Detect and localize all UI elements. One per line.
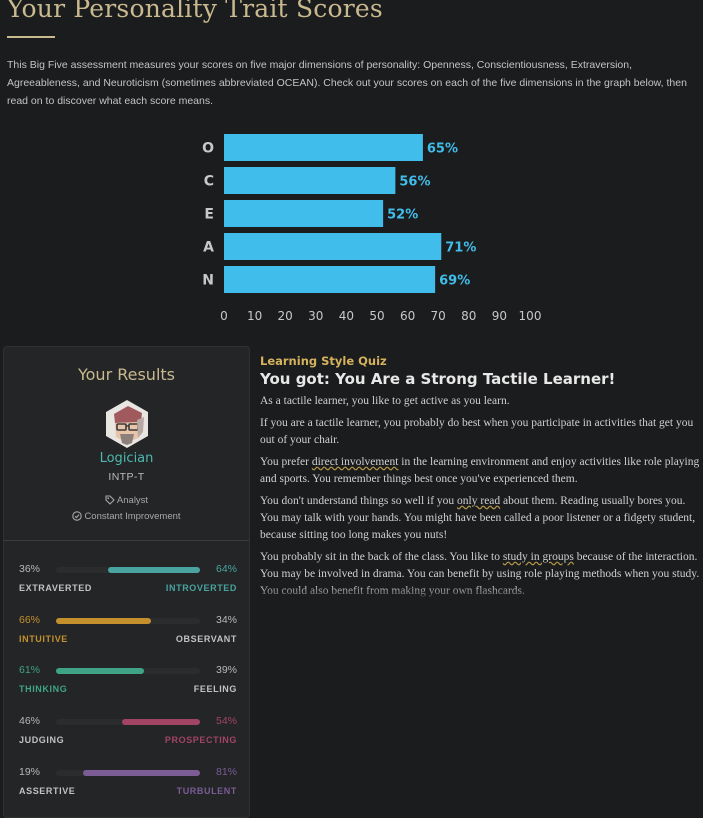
trait-left-label: THINKING (19, 684, 68, 694)
trait-bar-track (56, 567, 200, 573)
trait-right-percent: 64% (215, 563, 237, 575)
chart-x-tick-label: 60 (400, 309, 415, 323)
quiz-text: You prefer (260, 456, 312, 468)
trait-left-percent: 66% (19, 614, 41, 626)
strategy-line: Constant Improvement (4, 511, 249, 522)
trait-row-mind[interactable]: 36% 64% EXTRAVERTED INTROVERTED (19, 563, 237, 603)
trait-right-percent: 81% (215, 766, 237, 778)
trait-bar-track (56, 618, 200, 624)
trait-right-label: INTROVERTED (165, 583, 237, 593)
chart-bar (224, 266, 436, 293)
trait-left-percent: 36% (19, 563, 41, 575)
strategy-label: Constant Improvement (84, 511, 181, 522)
chart-bar (224, 167, 396, 194)
chart-category-label: O (202, 141, 214, 157)
chart-value-label: 65% (427, 142, 458, 157)
chart-x-tick-label: 10 (247, 309, 262, 323)
trait-row-energy[interactable]: 66% 34% INTUITIVE OBSERVANT (19, 614, 237, 654)
quiz-kicker[interactable]: Learning Style Quiz (260, 354, 700, 368)
title-underline (7, 36, 55, 38)
results-heading: Your Results (77, 365, 175, 384)
trait-bar-fill (56, 618, 152, 624)
trait-left-label: ASSERTIVE (19, 786, 76, 796)
trait-right-percent: 39% (215, 664, 237, 676)
ocean-bar-chart: O 65% C 56% E 52% A 71% N 69% 0 10 20 30 40 50 60 70 80 90 1… (202, 134, 542, 323)
chart-value-label: 56% (399, 175, 430, 190)
learning-style-quiz-result: Learning Style Quiz You got: You Are a S… (260, 354, 700, 600)
trait-right-label: OBSERVANT (175, 634, 237, 644)
trait-left-label: EXTRAVERTED (19, 583, 92, 593)
highlighted-phrase: direct involvement (311, 456, 399, 468)
personality-type-code: INTP-T (108, 471, 145, 483)
chart-x-tick-label: 40 (339, 309, 354, 323)
trait-row-identity[interactable]: 19% 81% ASSERTIVE TURBULENT (19, 766, 237, 806)
chart-x-tick-label: 50 (369, 309, 384, 323)
chart-value-label: 69% (439, 274, 470, 289)
intro-paragraph: This Big Five assessment measures your s… (7, 59, 687, 107)
results-divider (4, 540, 249, 541)
trait-left-percent: 61% (19, 664, 41, 676)
chart-x-tick-label: 80 (461, 309, 476, 323)
chart-bar (224, 134, 423, 161)
chart-x-tick-label: 90 (492, 309, 507, 323)
quiz-text: You probably sit in the back of the clas… (260, 551, 503, 563)
chart-value-label: 52% (387, 208, 418, 223)
highlighted-phrase: study in groups (502, 551, 574, 563)
trait-bar-fill (107, 567, 200, 573)
trait-right-label: TURBULENT (176, 786, 237, 796)
logician-avatar-icon (106, 400, 148, 448)
chart-x-tick-label: 0 (220, 309, 228, 323)
chart-category-label: N (202, 273, 214, 289)
page-title: Your Personality Trait Scores (7, 0, 383, 23)
trait-bar-fill (122, 719, 200, 725)
quiz-paragraph: If you are a tactile learner, you probab… (260, 417, 694, 446)
trait-right-percent: 34% (215, 614, 237, 626)
personality-type-name[interactable]: Logician (4, 451, 249, 466)
trait-left-label: INTUITIVE (19, 634, 68, 644)
chart-x-tick-label: 100 (519, 309, 542, 323)
trait-right-label: FEELING (193, 684, 237, 694)
chart-bar (224, 233, 442, 260)
trait-bar-fill (83, 770, 200, 776)
trait-left-percent: 46% (19, 715, 41, 727)
chart-bar (224, 200, 384, 227)
results-card: Your Results Logician INTP-T Analyst Con… (3, 346, 250, 818)
trait-bar-fill (56, 668, 144, 674)
chart-category-label: C (204, 174, 214, 190)
highlighted-phrase: only read (457, 495, 501, 507)
trait-left-percent: 19% (19, 766, 41, 778)
role-label: Analyst (116, 495, 149, 506)
quiz-paragraph: As a tactile learner, you like to get ac… (260, 395, 510, 407)
trait-left-label: JUDGING (19, 735, 65, 745)
chart-x-tick-label: 30 (308, 309, 323, 323)
quiz-paragraph: You prefer direct involvement in the lea… (260, 454, 700, 488)
chart-value-label: 71% (445, 241, 476, 256)
check-circle-icon (72, 511, 83, 521)
role-line: Analyst (4, 495, 249, 506)
quiz-paragraph: You don't understand things so well if y… (260, 493, 700, 544)
quiz-text: You don't understand things so well if y… (260, 495, 458, 507)
trait-row-nature[interactable]: 61% 39% THINKING FEELING (19, 664, 237, 704)
trait-bar-track (56, 668, 200, 674)
chart-category-label: A (203, 240, 214, 256)
quiz-result-heading: You got: You Are a Strong Tactile Learne… (260, 370, 616, 388)
trait-right-label: PROSPECTING (164, 735, 237, 745)
chart-x-tick-label: 20 (278, 309, 293, 323)
tag-icon (105, 495, 115, 505)
trait-right-percent: 54% (215, 715, 237, 727)
text-fade-overlay (260, 585, 700, 603)
trait-bar-track (56, 770, 200, 776)
chart-x-tick-label: 70 (431, 309, 446, 323)
trait-row-tactics[interactable]: 46% 54% JUDGING PROSPECTING (19, 715, 237, 755)
chart-category-label: E (204, 207, 214, 223)
trait-bar-track (56, 719, 200, 725)
